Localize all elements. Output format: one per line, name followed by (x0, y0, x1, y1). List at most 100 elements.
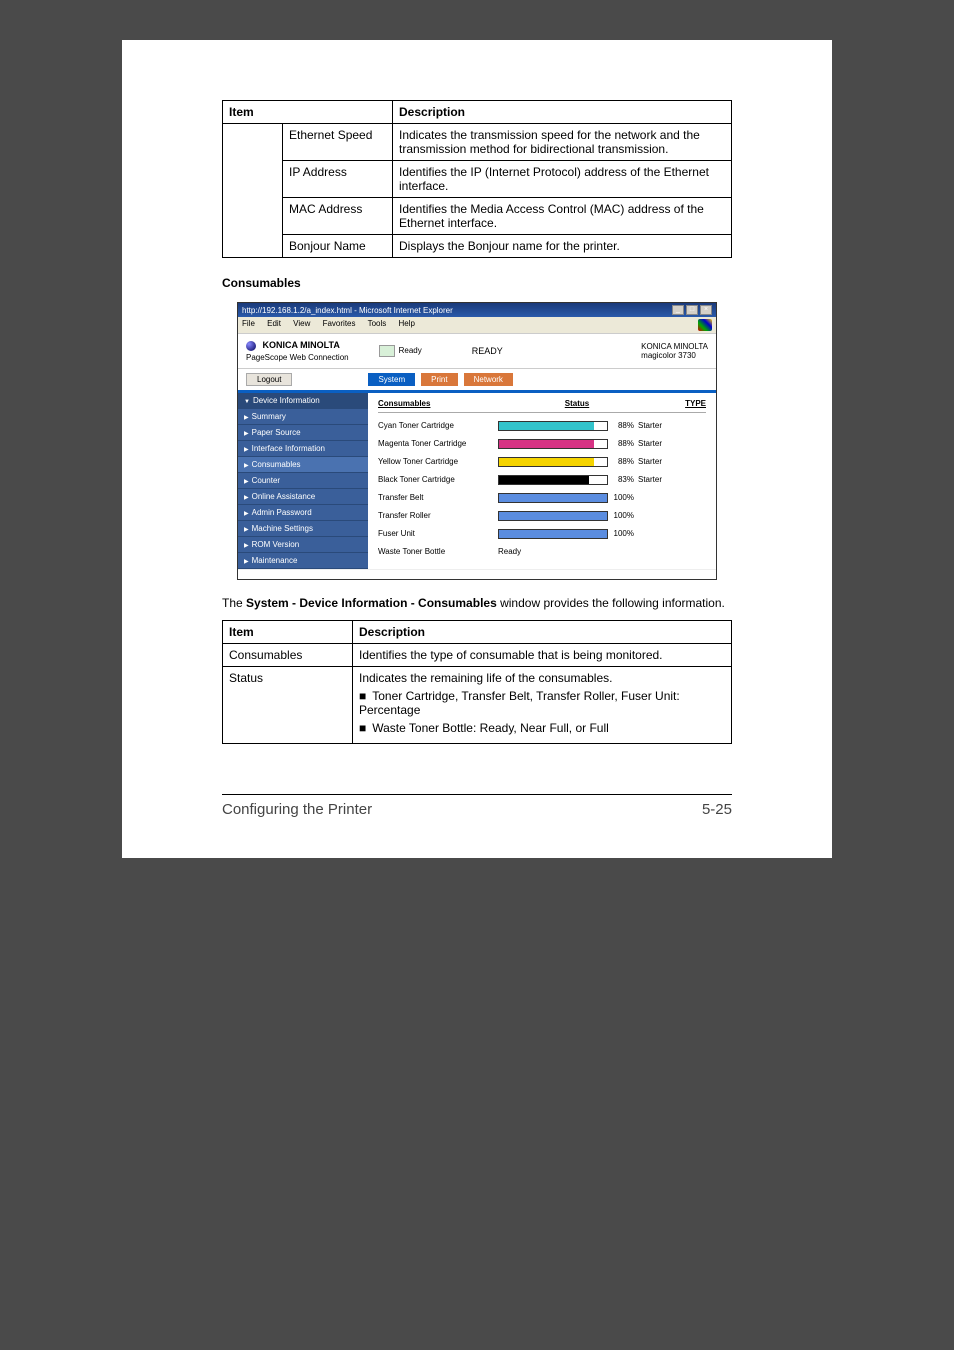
th-desc: Description (353, 620, 732, 643)
cell-type: Starter (638, 421, 706, 430)
brand-globe-icon (246, 341, 256, 351)
menu-file[interactable]: File (242, 319, 255, 328)
progress-bar (498, 475, 608, 485)
cell-item: Consumables (223, 643, 353, 666)
sidebar-item-summary[interactable]: ▶Summary (238, 409, 368, 425)
th-desc: Description (393, 101, 732, 124)
printer-status-icon (379, 345, 395, 357)
progress-empty (594, 422, 607, 430)
ie-logo-icon (698, 319, 712, 331)
minimize-button[interactable]: _ (672, 305, 684, 315)
cell-bar (498, 457, 608, 467)
content-footer-spacer (238, 569, 716, 579)
body-paragraph: The System - Device Information - Consum… (222, 596, 732, 610)
tab-bar: Logout System Print Network (238, 369, 716, 390)
progress-bar (498, 493, 608, 503)
maximize-button[interactable]: □ (686, 305, 698, 315)
progress-bar (498, 457, 608, 467)
window-controls: _ □ × (672, 305, 712, 315)
sidebar-item-admin-password[interactable]: ▶Admin Password (238, 505, 368, 521)
cell-type: Starter (638, 475, 706, 484)
th-item: Item (223, 101, 393, 124)
bullet-item: Toner Cartridge, Transfer Belt, Transfer… (359, 689, 725, 717)
col-consumables: Consumables (378, 399, 498, 408)
progress-bar (498, 439, 608, 449)
cell-pct: 100% (608, 529, 638, 538)
menu-tools[interactable]: Tools (368, 319, 387, 328)
cell-item: MAC Address (283, 198, 393, 235)
progress-bar (498, 529, 608, 539)
cell-name: Cyan Toner Cartridge (378, 421, 498, 430)
sidebar-item-machine-settings[interactable]: ▶Machine Settings (238, 521, 368, 537)
cell-name: Magenta Toner Cartridge (378, 439, 498, 448)
sidebar-item-interface-info[interactable]: ▶Interface Information (238, 441, 368, 457)
cell-bar (498, 421, 608, 431)
cell-desc: Displays the Bonjour name for the printe… (393, 235, 732, 258)
sidebar-item-counter[interactable]: ▶Counter (238, 473, 368, 489)
progress-bar (498, 421, 608, 431)
menu-favorites[interactable]: Favorites (323, 319, 356, 328)
consumable-row: Transfer Belt100% (378, 489, 706, 507)
brand-name: KONICA MINOLTA (263, 340, 340, 350)
table-network-info: Item Description Ethernet Speed Indicate… (222, 100, 732, 258)
status-intro: Indicates the remaining life of the cons… (359, 671, 612, 685)
right-brand: KONICA MINOLTA (641, 342, 708, 351)
menu-edit[interactable]: Edit (267, 319, 281, 328)
menu-help[interactable]: Help (399, 319, 415, 328)
progress-empty (589, 476, 607, 484)
window-url-title: http://192.168.1.2/a_index.html - Micros… (242, 306, 453, 315)
sidebar-item-consumables[interactable]: ▶Consumables (238, 457, 368, 473)
col-type: TYPE (656, 399, 706, 408)
footer-section-title: Configuring the Printer (222, 801, 372, 818)
cell-bar (498, 439, 608, 449)
right-model: magicolor 3730 (641, 351, 708, 360)
cell-bar (498, 475, 608, 485)
cell-name: Transfer Roller (378, 511, 498, 520)
progress-fill (499, 440, 594, 448)
th-item: Item (223, 620, 353, 643)
cell-name: Yellow Toner Cartridge (378, 457, 498, 466)
cell-item: Status (223, 666, 353, 743)
sidebar-item-online-assistance[interactable]: ▶Online Assistance (238, 489, 368, 505)
browser-menubar: File Edit View Favorites Tools Help (238, 317, 716, 334)
cell-pct: 88% (608, 421, 638, 430)
progress-fill (499, 494, 607, 502)
close-button[interactable]: × (700, 305, 712, 315)
cell-item: IP Address (283, 161, 393, 198)
cell-pct: 83% (608, 475, 638, 484)
tab-system[interactable]: System (368, 373, 415, 386)
printer-status-text: Ready (399, 346, 422, 355)
cell-type: Starter (638, 439, 706, 448)
cell-desc: Identifies the IP (Internet Protocol) ad… (393, 161, 732, 198)
menu-view[interactable]: View (293, 319, 310, 328)
cell-name: Transfer Belt (378, 493, 498, 502)
progress-fill (499, 422, 594, 430)
cell-status: Ready (498, 547, 608, 556)
logout-button[interactable]: Logout (246, 373, 292, 386)
section-heading-consumables: Consumables (222, 276, 732, 290)
consumable-row: Black Toner Cartridge83%Starter (378, 471, 706, 489)
sidebar-header-device-info[interactable]: ▼Device Information (238, 393, 368, 409)
app-header: KONICA MINOLTA PageScope Web Connection … (238, 334, 716, 369)
progress-bar (498, 511, 608, 521)
consumable-row: Transfer Roller100% (378, 507, 706, 525)
center-status: READY (472, 346, 503, 356)
sidebar-item-rom-version[interactable]: ▶ROM Version (238, 537, 368, 553)
footer-page-number: 5-25 (702, 801, 732, 818)
page-footer: Configuring the Printer 5-25 (222, 801, 732, 818)
progress-fill (499, 476, 589, 484)
consumable-row: Magenta Toner Cartridge88%Starter (378, 435, 706, 453)
cell-name: Waste Toner Bottle (378, 547, 498, 556)
empty-cell (223, 124, 283, 258)
consumable-row: Cyan Toner Cartridge 88%Starter (378, 417, 706, 435)
tab-network[interactable]: Network (464, 373, 513, 386)
sidebar-item-paper-source[interactable]: ▶Paper Source (238, 425, 368, 441)
cell-bar (498, 511, 608, 521)
cell-pct: 88% (608, 457, 638, 466)
progress-fill (499, 530, 607, 538)
sidebar-item-maintenance[interactable]: ▶Maintenance (238, 553, 368, 569)
cell-type: Starter (638, 457, 706, 466)
cell-item: Ethernet Speed (283, 124, 393, 161)
tab-print[interactable]: Print (421, 373, 457, 386)
table-consumables-desc: Item Description Consumables Identifies … (222, 620, 732, 744)
